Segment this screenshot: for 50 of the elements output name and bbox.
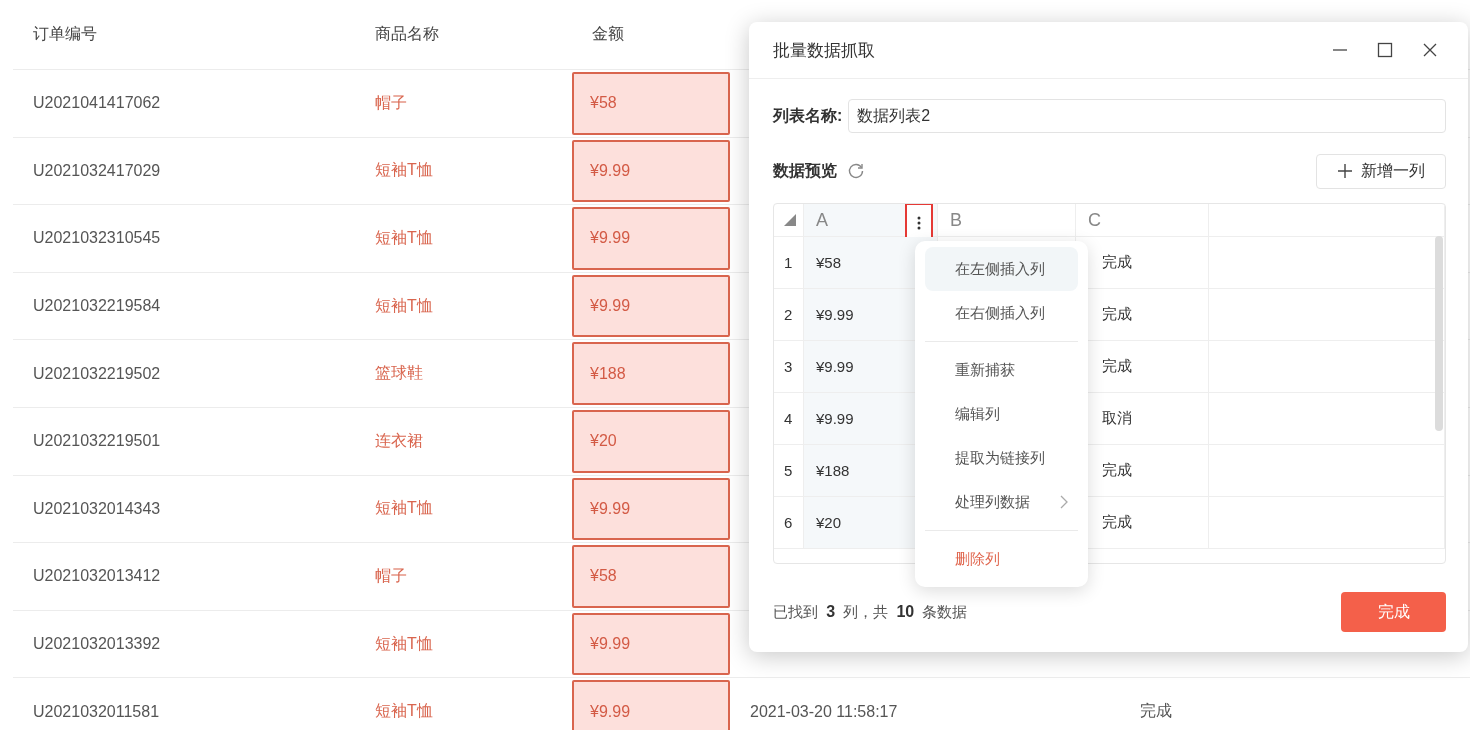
column-header[interactable]: B <box>938 204 1076 236</box>
table-cell: ¥9.99 <box>572 477 730 541</box>
menu-item[interactable]: 在左侧插入列 <box>925 247 1078 291</box>
table-cell-text: U2021032219502 <box>32 364 162 383</box>
add-column-button[interactable]: 新增一列 <box>1316 153 1446 189</box>
more-icon <box>917 216 921 230</box>
table-cell: ¥58 <box>572 545 730 608</box>
column-header: 金额 <box>591 24 625 44</box>
table-cell: ¥9.99 <box>572 139 730 203</box>
table-cell-text: U2021032219501 <box>32 432 162 451</box>
table-cell-text: 篮球鞋 <box>374 363 424 384</box>
plus-icon <box>1337 163 1353 179</box>
field-label: 列表名称: <box>773 105 843 126</box>
table-cell: ¥58 <box>572 72 730 135</box>
refresh-icon[interactable] <box>847 162 865 180</box>
table-cell: ¥9.99 <box>572 207 730 270</box>
table-cell: ¥20 <box>572 409 730 473</box>
column-header: 订单编号 <box>32 24 98 44</box>
table-cell-text: U2021041417062 <box>32 94 162 113</box>
table-cell-text: U2021032011581 <box>32 702 161 721</box>
table-cell: ¥188 <box>572 342 730 405</box>
table-cell-text: U2021032013412 <box>32 567 162 586</box>
table-cell-text: U2021032310545 <box>32 229 162 248</box>
column-header[interactable]: C <box>1076 204 1209 236</box>
table-cell-text: 短袖T恤 <box>374 295 434 316</box>
list-name-field[interactable]: 数据列表2 <box>848 99 1446 133</box>
section-title: 数据预览 <box>773 160 837 181</box>
window-title: 批量数据抓取 <box>773 39 876 62</box>
table-cell: ¥9.99 <box>572 612 730 676</box>
chevron-icon <box>1060 495 1068 509</box>
table-cell-text: 短袖T恤 <box>374 701 434 722</box>
scrollbar[interactable] <box>1435 236 1443 431</box>
table-cell-text: U2021032417029 <box>32 161 162 180</box>
table-cell-text: 连衣裙 <box>374 430 424 451</box>
table-cell-text: U2021032013392 <box>32 635 162 654</box>
table-cell-text: 短袖T恤 <box>374 633 434 654</box>
table-cell-text: U2021032014343 <box>32 499 162 518</box>
table-cell-text: 短袖T恤 <box>374 160 434 181</box>
table-cell-text: 短袖T恤 <box>374 228 434 248</box>
table-cell-text: 2021-03-20 11:58:17 <box>749 702 899 721</box>
column-header: 商品名称 <box>374 24 440 44</box>
table-cell-text: 完成 <box>1139 701 1173 722</box>
table-cell-text: U2021032219584 <box>32 297 162 316</box>
table-cell: ¥9.99 <box>572 274 730 338</box>
select-all-icon[interactable] <box>784 214 796 226</box>
summary-text: 已找到 3 列，共 10 条数据 <box>773 602 968 622</box>
table-cell-text: 帽子 <box>374 92 408 113</box>
table-cell: ¥9.99 <box>572 680 730 730</box>
table-cell-text: 帽子 <box>374 565 408 586</box>
table-cell-text: 短袖T恤 <box>374 498 434 519</box>
